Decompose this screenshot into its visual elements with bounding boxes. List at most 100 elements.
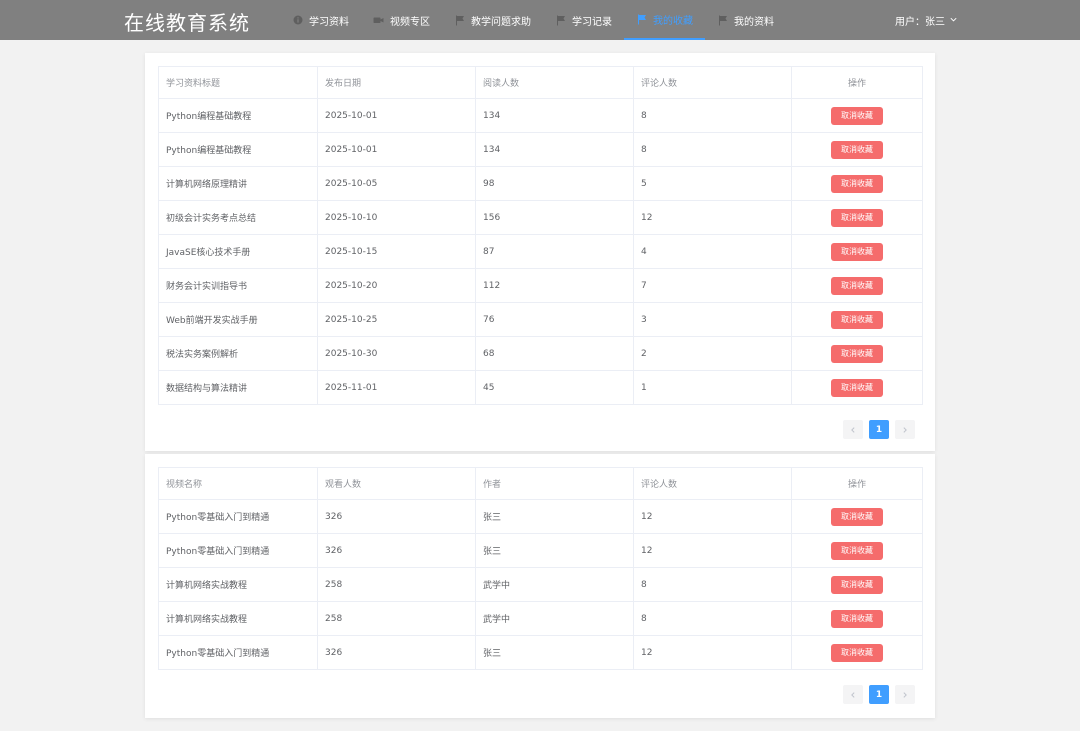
flag-icon	[454, 15, 465, 26]
action-cell: 取消收藏	[791, 268, 923, 303]
table-cell: 2025-10-05	[317, 166, 476, 201]
table-row: 财务会计实训指导书 2025-10-20 112 7 取消收藏	[158, 268, 923, 303]
column-header: 学习资料标题	[158, 66, 318, 99]
unfavorite-button[interactable]: 取消收藏	[831, 541, 883, 560]
table-cell: 武学中	[475, 567, 634, 602]
unfavorite-button[interactable]: 取消收藏	[831, 378, 883, 397]
table-cell: JavaSE核心技术手册	[158, 234, 318, 269]
materials-pagination: 1	[843, 420, 915, 439]
prev-page-button[interactable]	[843, 685, 863, 704]
table-cell: 计算机网络实战教程	[158, 601, 318, 636]
table-cell: 87	[475, 234, 634, 269]
main-nav: 学习资料 视频专区 教学问题求助 学习记录 我的收藏 我的资料	[280, 0, 786, 40]
unfavorite-button[interactable]: 取消收藏	[831, 242, 883, 261]
table-cell: Python零基础入门到精通	[158, 499, 318, 534]
table-cell: Python零基础入门到精通	[158, 635, 318, 670]
column-header: 操作	[791, 467, 923, 500]
unfavorite-button[interactable]: 取消收藏	[831, 609, 883, 628]
table-cell: 1	[633, 370, 792, 405]
flag-icon	[555, 15, 566, 26]
table-cell: 张三	[475, 635, 634, 670]
table-cell: 2025-10-15	[317, 234, 476, 269]
table-row: 计算机网络实战教程 258 武学中 8 取消收藏	[158, 567, 923, 602]
nav-item-1[interactable]: 视频专区	[361, 0, 442, 40]
table-cell: 8	[633, 98, 792, 133]
table-row: Python零基础入门到精通 326 张三 12 取消收藏	[158, 635, 923, 670]
table-cell: 计算机网络原理精讲	[158, 166, 318, 201]
table-cell: 112	[475, 268, 634, 303]
table-cell: 数据结构与算法精讲	[158, 370, 318, 405]
table-cell: 68	[475, 336, 634, 371]
column-header: 操作	[791, 66, 923, 99]
table-cell: 2025-10-25	[317, 302, 476, 337]
table-cell: 2025-10-20	[317, 268, 476, 303]
column-header: 评论人数	[633, 467, 792, 500]
unfavorite-button[interactable]: 取消收藏	[831, 643, 883, 662]
table-cell: 8	[633, 132, 792, 167]
table-cell: 12	[633, 533, 792, 568]
action-cell: 取消收藏	[791, 567, 923, 602]
table-cell: 税法实务案例解析	[158, 336, 318, 371]
nav-item-0[interactable]: 学习资料	[280, 0, 361, 40]
nav-item-3[interactable]: 学习记录	[543, 0, 624, 40]
table-cell: 76	[475, 302, 634, 337]
table-cell: Web前端开发实战手册	[158, 302, 318, 337]
column-header: 作者	[475, 467, 634, 500]
action-cell: 取消收藏	[791, 98, 923, 133]
table-row: Python编程基础教程 2025-10-01 134 8 取消收藏	[158, 98, 923, 133]
unfavorite-button[interactable]: 取消收藏	[831, 208, 883, 227]
unfavorite-button[interactable]: 取消收藏	[831, 140, 883, 159]
table-row: 计算机网络原理精讲 2025-10-05 98 5 取消收藏	[158, 166, 923, 201]
unfavorite-button[interactable]: 取消收藏	[831, 344, 883, 363]
nav-item-label: 学习资料	[309, 16, 349, 28]
table-row: 初级会计实务考点总结 2025-10-10 156 12 取消收藏	[158, 200, 923, 235]
nav-item-label: 学习记录	[572, 16, 612, 28]
nav-item-label: 我的资料	[734, 16, 774, 28]
column-header: 阅读人数	[475, 66, 634, 99]
videos-pagination: 1	[843, 685, 915, 704]
prev-page-button[interactable]	[843, 420, 863, 439]
action-cell: 取消收藏	[791, 533, 923, 568]
table-cell: 326	[317, 499, 476, 534]
next-page-button[interactable]	[895, 420, 915, 439]
table-cell: 武学中	[475, 601, 634, 636]
table-cell: 8	[633, 601, 792, 636]
unfavorite-button[interactable]: 取消收藏	[831, 507, 883, 526]
table-cell: Python编程基础教程	[158, 132, 318, 167]
nav-item-2[interactable]: 教学问题求助	[442, 0, 543, 40]
table-cell: 98	[475, 166, 634, 201]
unfavorite-button[interactable]: 取消收藏	[831, 276, 883, 295]
column-header: 视频名称	[158, 467, 318, 500]
action-cell: 取消收藏	[791, 635, 923, 670]
table-cell: 134	[475, 132, 634, 167]
top-navbar: 在线教育系统 学习资料 视频专区 教学问题求助 学习记录 我的收藏 我的资料 用户：张三	[0, 0, 1080, 40]
action-cell: 取消收藏	[791, 132, 923, 167]
unfavorite-button[interactable]: 取消收藏	[831, 575, 883, 594]
table-cell: 2025-10-01	[317, 132, 476, 167]
next-page-button[interactable]	[895, 685, 915, 704]
table-cell: 2025-11-01	[317, 370, 476, 405]
page-number-button[interactable]: 1	[869, 685, 889, 704]
table-row: Python编程基础教程 2025-10-01 134 8 取消收藏	[158, 132, 923, 167]
nav-item-4[interactable]: 我的收藏	[624, 0, 705, 40]
table-cell: Python零基础入门到精通	[158, 533, 318, 568]
action-cell: 取消收藏	[791, 200, 923, 235]
nav-item-5[interactable]: 我的资料	[705, 0, 786, 40]
table-cell: 134	[475, 98, 634, 133]
favorite-videos-table: 视频名称 观看人数 作者 评论人数 操作 Python零基础入门到精通 326 张三 12 取消…	[158, 467, 923, 670]
unfavorite-button[interactable]: 取消收藏	[831, 310, 883, 329]
table-cell: 326	[317, 635, 476, 670]
table-row: Python零基础入门到精通 326 张三 12 取消收藏	[158, 499, 923, 534]
column-header: 评论人数	[633, 66, 792, 99]
table-row: 数据结构与算法精讲 2025-11-01 45 1 取消收藏	[158, 370, 923, 405]
unfavorite-button[interactable]: 取消收藏	[831, 174, 883, 193]
page-number-button[interactable]: 1	[869, 420, 889, 439]
table-cell: 326	[317, 533, 476, 568]
unfavorite-button[interactable]: 取消收藏	[831, 106, 883, 125]
table-cell: Python编程基础教程	[158, 98, 318, 133]
table-cell: 258	[317, 601, 476, 636]
table-row: JavaSE核心技术手册 2025-10-15 87 4 取消收藏	[158, 234, 923, 269]
user-menu[interactable]: 用户：张三	[895, 13, 958, 28]
chevron-right-icon	[903, 426, 907, 433]
table-cell: 张三	[475, 533, 634, 568]
